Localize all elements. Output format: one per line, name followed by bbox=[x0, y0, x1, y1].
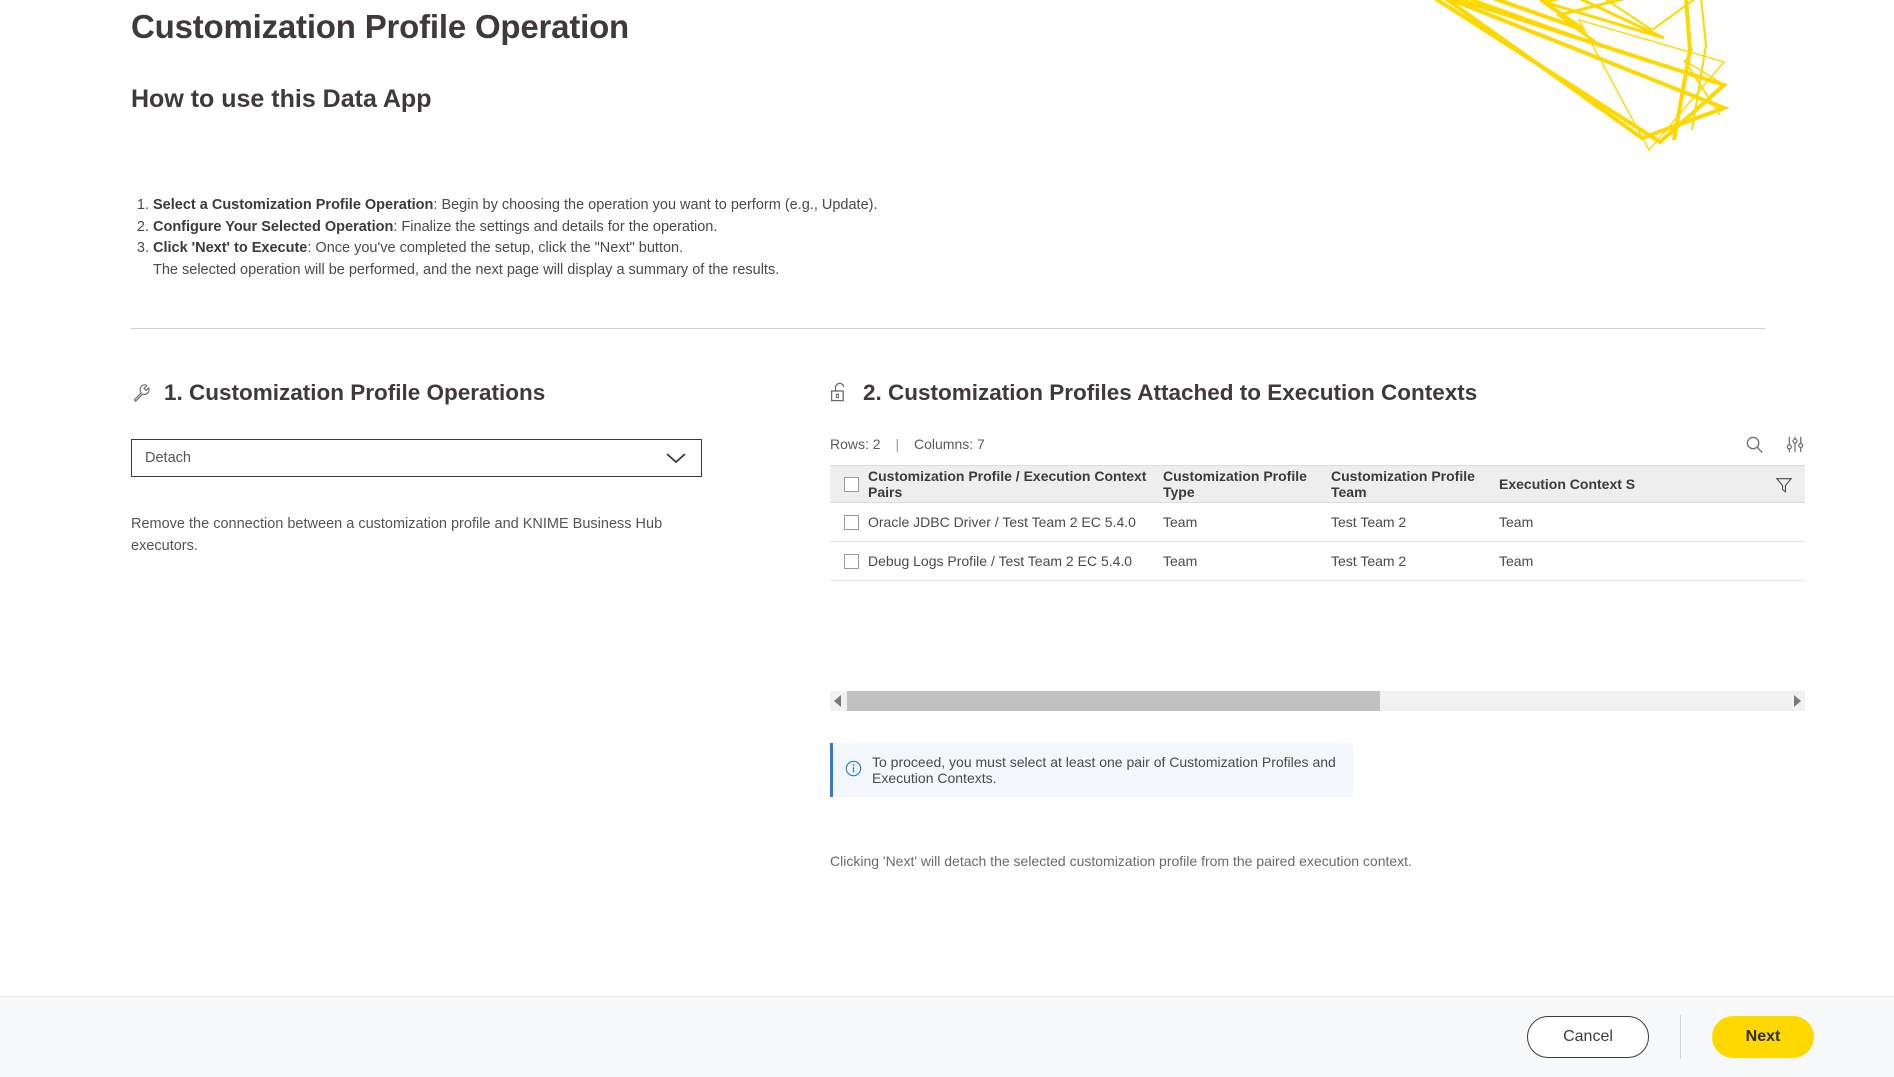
table-row[interactable]: Oracle JDBC Driver / Test Team 2 EC 5.4.… bbox=[830, 503, 1805, 542]
operation-select[interactable]: Detach bbox=[131, 439, 702, 477]
section2-heading: 2. Customization Profiles Attached to Ex… bbox=[830, 380, 1805, 406]
scrollbar-track[interactable] bbox=[847, 691, 1788, 711]
cancel-button[interactable]: Cancel bbox=[1527, 1016, 1649, 1058]
table-horizontal-scrollbar[interactable] bbox=[830, 691, 1805, 711]
cell-execution-context-s: Team bbox=[1499, 553, 1674, 569]
instruction-rest: : Once you've completed the setup, click… bbox=[307, 240, 683, 256]
unlock-icon bbox=[830, 381, 852, 405]
next-button[interactable]: Next bbox=[1712, 1016, 1814, 1058]
section-customization-profile-operations: 1. Customization Profile Operations Deta… bbox=[131, 380, 731, 572]
instructions-note: The selected operation will be performed… bbox=[153, 260, 1231, 282]
cell-pair: Oracle JDBC Driver / Test Team 2 EC 5.4.… bbox=[868, 514, 1163, 530]
list-item: Configure Your Selected Operation: Final… bbox=[153, 217, 1231, 239]
profiles-table: Customization Profile / Execution Contex… bbox=[830, 465, 1805, 581]
scroll-left-arrow-icon[interactable] bbox=[830, 695, 847, 707]
column-header-execution-context-s[interactable]: Execution Context S bbox=[1499, 476, 1674, 492]
page-subtitle: How to use this Data App bbox=[131, 85, 431, 114]
table-header-row: Customization Profile / Execution Contex… bbox=[830, 465, 1805, 503]
row-checkbox[interactable] bbox=[844, 554, 859, 569]
instruction-lead: Select a Customization Profile Operation bbox=[153, 197, 433, 213]
footer-action-bar: Cancel Next bbox=[0, 996, 1894, 1077]
row-checkbox[interactable] bbox=[844, 515, 859, 530]
cell-profile-team: Test Team 2 bbox=[1331, 553, 1499, 569]
info-message: To proceed, you must select at least one… bbox=[830, 743, 1353, 797]
instruction-lead: Click 'Next' to Execute bbox=[153, 240, 307, 256]
cell-profile-type: Team bbox=[1163, 553, 1331, 569]
select-all-cell bbox=[830, 477, 868, 492]
row-select-cell bbox=[830, 515, 868, 530]
section1-heading-text: 1. Customization Profile Operations bbox=[164, 380, 545, 406]
instruction-lead: Configure Your Selected Operation bbox=[153, 219, 393, 235]
data-app-page: Customization Profile Operation How to u… bbox=[0, 0, 1894, 1077]
cell-profile-team: Test Team 2 bbox=[1331, 514, 1499, 530]
table-tools bbox=[1745, 435, 1805, 454]
instruction-rest: : Finalize the settings and details for … bbox=[393, 219, 717, 235]
list-item: Click 'Next' to Execute: Once you've com… bbox=[153, 238, 1231, 260]
select-all-checkbox[interactable] bbox=[844, 477, 859, 492]
row-select-cell bbox=[830, 554, 868, 569]
list-item: Select a Customization Profile Operation… bbox=[153, 195, 1231, 217]
instruction-rest: : Begin by choosing the operation you wa… bbox=[433, 197, 877, 213]
column-header-pairs[interactable]: Customization Profile / Execution Contex… bbox=[868, 468, 1163, 500]
filter-funnel-icon[interactable] bbox=[1775, 476, 1793, 497]
rows-count: Rows: 2 bbox=[830, 436, 881, 452]
decorative-yellow-artwork bbox=[1424, 0, 1894, 180]
page-title: Customization Profile Operation bbox=[131, 8, 629, 46]
section-profiles-attached-to-execution-contexts: 2. Customization Profiles Attached to Ex… bbox=[830, 380, 1805, 883]
info-circle-icon bbox=[845, 760, 862, 780]
info-message-text: To proceed, you must select at least one… bbox=[872, 754, 1341, 786]
operation-select-value: Detach bbox=[132, 450, 665, 466]
footer-separator bbox=[1680, 1015, 1681, 1059]
wrench-icon bbox=[131, 382, 153, 404]
section-divider bbox=[131, 328, 1765, 329]
table-meta-bar: Rows: 2 | Columns: 7 bbox=[830, 432, 1805, 456]
table-row[interactable]: Debug Logs Profile / Test Team 2 EC 5.4.… bbox=[830, 542, 1805, 581]
column-header-profile-type[interactable]: Customization Profile Type bbox=[1163, 468, 1331, 500]
instructions-list: Select a Customization Profile Operation… bbox=[131, 195, 1231, 260]
meta-separator: | bbox=[884, 436, 910, 452]
operation-description: Remove the connection between a customiz… bbox=[131, 513, 676, 557]
scrollbar-thumb[interactable] bbox=[847, 691, 1380, 711]
cell-pair: Debug Logs Profile / Test Team 2 EC 5.4.… bbox=[868, 553, 1163, 569]
table-settings-icon[interactable] bbox=[1785, 435, 1805, 454]
columns-count: Columns: 7 bbox=[914, 436, 985, 452]
column-header-profile-team[interactable]: Customization Profile Team bbox=[1331, 468, 1499, 500]
table-counts: Rows: 2 | Columns: 7 bbox=[830, 436, 985, 452]
chevron-down-icon bbox=[665, 451, 701, 465]
section2-heading-text: 2. Customization Profiles Attached to Ex… bbox=[863, 380, 1477, 406]
instructions-block: Select a Customization Profile Operation… bbox=[131, 195, 1231, 281]
search-icon[interactable] bbox=[1745, 435, 1764, 454]
next-action-note: Clicking 'Next' will detach the selected… bbox=[830, 853, 1805, 869]
cell-execution-context-s: Team bbox=[1499, 514, 1674, 530]
section1-heading: 1. Customization Profile Operations bbox=[131, 380, 731, 406]
cell-profile-type: Team bbox=[1163, 514, 1331, 530]
scroll-right-arrow-icon[interactable] bbox=[1788, 695, 1805, 707]
